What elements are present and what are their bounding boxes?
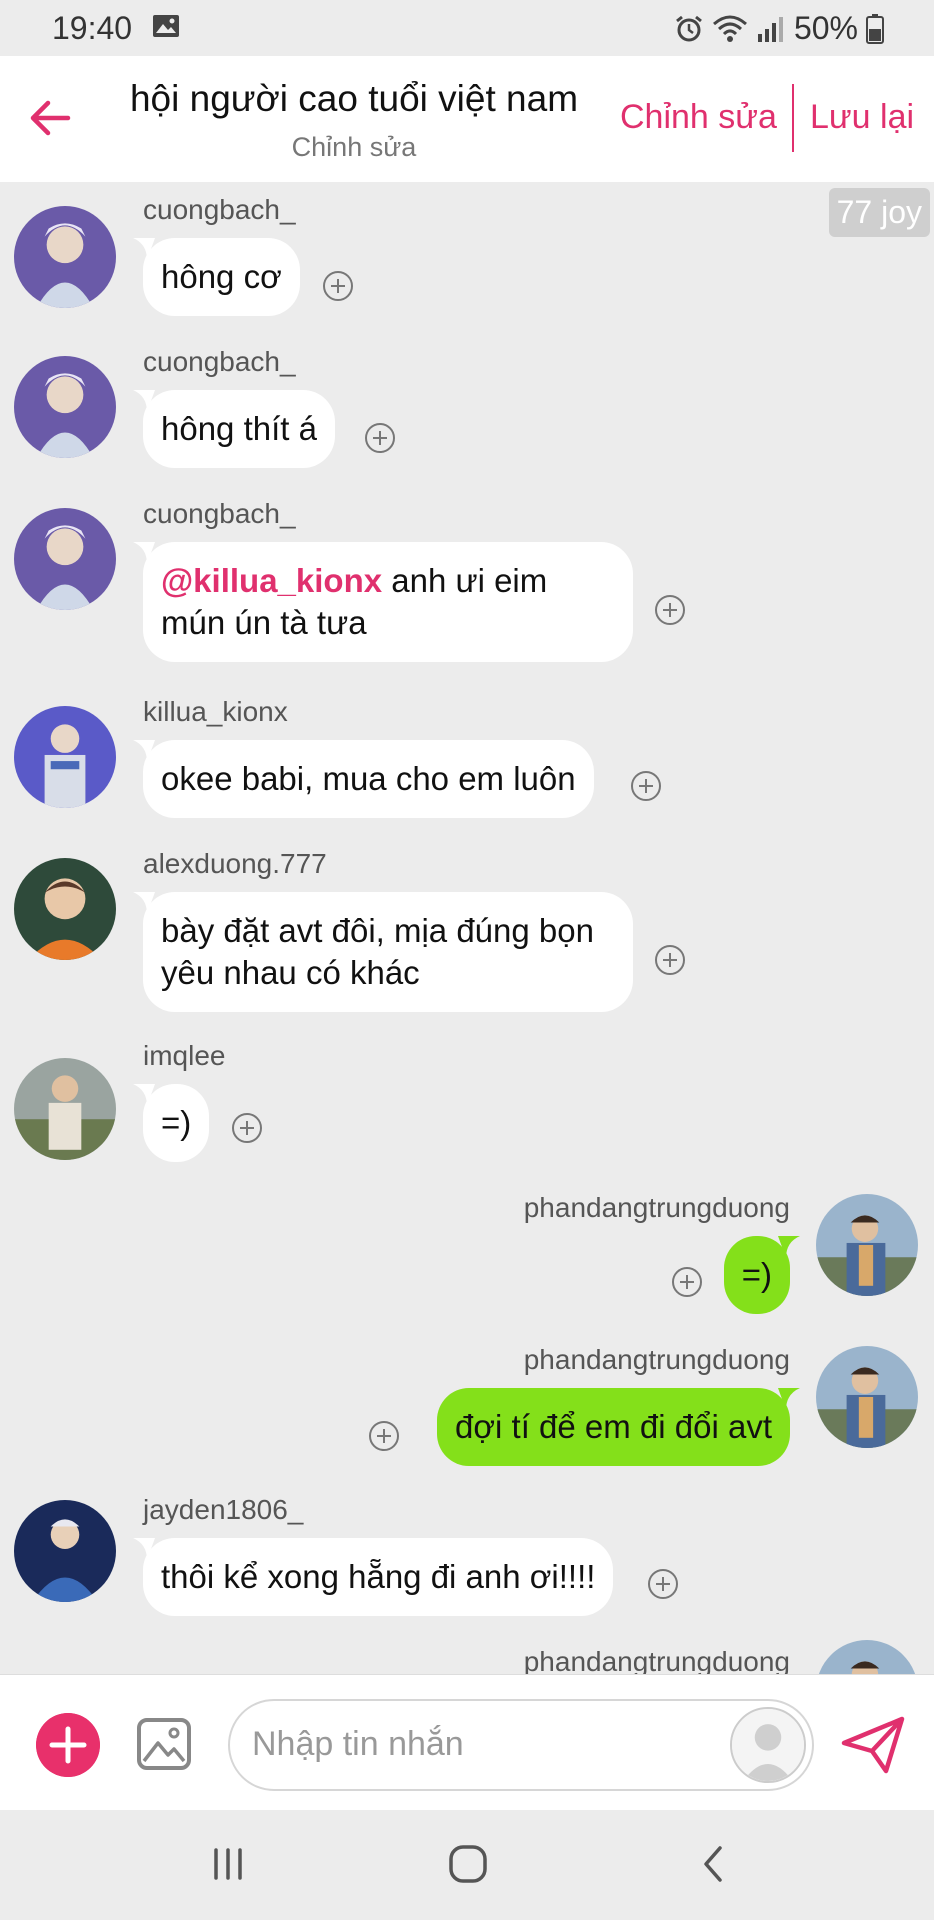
battery-icon [866,13,884,44]
edit-button[interactable]: Chỉnh sửa [620,98,777,137]
add-reaction-icon[interactable] [654,944,686,976]
send-icon[interactable] [840,1715,906,1775]
save-button[interactable]: Lưu lại [810,98,914,137]
message-item: cuongbach_ @killua_kionx anh ưi eim mún … [0,498,934,670]
avatar[interactable] [816,1194,918,1296]
message-text: =) [741,1256,772,1293]
chat-header: hội người cao tuổi việt nam Chỉnh sửa Ch… [0,56,934,182]
avatar[interactable] [816,1346,918,1448]
avatar[interactable] [14,858,116,960]
image-icon[interactable] [136,1717,192,1771]
header-divider [792,84,794,152]
wifi-icon [712,15,747,42]
status-time: 19:40 [52,10,133,46]
home-icon[interactable] [448,1844,488,1884]
username[interactable]: cuongbach_ [143,498,296,530]
status-icons: 50% [674,10,884,47]
message-bubble[interactable]: thôi kể xong hẵng đi anh ơi!!!! [133,1538,614,1616]
back-icon[interactable] [694,1844,734,1884]
username[interactable]: alexduong.777 [143,848,327,880]
username[interactable]: jayden1806_ [143,1494,303,1526]
avatar[interactable] [14,508,116,610]
add-reaction-icon[interactable] [368,1420,400,1452]
recents-icon[interactable] [208,1844,248,1884]
bubble-tail [133,740,155,762]
plus-icon[interactable] [36,1713,100,1777]
status-bar: 19:40 50% [0,0,934,56]
message-bubble[interactable]: =) [133,1084,210,1162]
bubble-tail [133,390,155,412]
message-text: hông cơ [161,258,282,295]
message-item: phandangtrungduong [0,1640,934,1674]
message-item: phandangtrungduong đợi tí để em đi đổi a… [0,1344,934,1484]
avatar[interactable] [816,1640,918,1674]
message-item: killua_kionx okee babi, mua cho em luôn [0,696,934,826]
add-reaction-icon[interactable] [630,770,662,802]
message-bubble[interactable]: hông thít á [133,390,335,468]
message-bubble[interactable]: bày đặt avt đôi, mịa đúng bọn yêu nhau c… [133,892,633,1012]
message-input[interactable]: Nhập tin nhắn [228,1699,814,1791]
group-subtitle[interactable]: Chỉnh sửa [100,132,608,163]
gallery-icon [153,15,179,37]
message-item: alexduong.777 bày đặt avt đôi, mịa đúng … [0,848,934,1020]
username[interactable]: imqlee [143,1040,225,1072]
message-text: bày đặt avt đôi, mịa đúng bọn [161,912,594,949]
message-item: jayden1806_ thôi kể xong hẵng đi anh ơi!… [0,1494,934,1644]
battery-percent: 50% [793,10,858,46]
message-text: anh ưi eim [382,562,548,599]
message-bubble[interactable]: đợi tí để em đi đổi avt [437,1388,800,1466]
back-arrow-icon[interactable] [24,92,76,144]
bubble-tail [133,542,155,564]
bubble-tail [778,1236,800,1258]
add-reaction-icon[interactable] [654,594,686,626]
avatar[interactable] [14,356,116,458]
message-text: hông thít á [161,410,317,447]
message-bubble[interactable]: @killua_kionx anh ưi eim mún ún tà tưa [133,542,633,662]
message-text-line2: mún ún tà tưa [161,604,367,641]
message-text: =) [161,1104,192,1141]
alarm-icon [676,15,702,41]
message-item: cuongbach_ hông cơ [0,194,934,324]
bubble-tail [133,238,155,260]
bubble-tail [133,892,155,914]
message-text-line2: yêu nhau có khác [161,954,420,991]
message-item: imqlee =) [0,1040,934,1180]
signal-icon [757,16,783,42]
message-text: thôi kể xong hẵng đi anh ơi!!!! [161,1558,596,1595]
avatar[interactable] [14,1500,116,1602]
add-reaction-icon[interactable] [364,422,396,454]
message-item: phandangtrungduong =) [0,1192,934,1342]
username[interactable]: phandangtrungduong [524,1646,790,1674]
avatar[interactable] [14,706,116,808]
message-item: cuongbach_ hông thít á [0,346,934,476]
add-reaction-icon[interactable] [231,1112,263,1144]
message-bubble[interactable]: okee babi, mua cho em luôn [133,740,594,818]
bubble-tail [133,1538,155,1560]
system-nav-bar [0,1810,934,1920]
anonymous-avatar-icon[interactable] [730,1707,806,1783]
bubble-tail [133,1084,155,1106]
username[interactable]: killua_kionx [143,696,288,728]
bubble-tail [778,1388,800,1410]
composer: Nhập tin nhắn [0,1674,934,1810]
mention-link[interactable]: @killua_kionx [161,562,382,599]
message-input-placeholder: Nhập tin nhắn [252,1725,464,1763]
add-reaction-icon[interactable] [322,270,354,302]
username[interactable]: phandangtrungduong [524,1344,790,1376]
username[interactable]: cuongbach_ [143,346,296,378]
message-text: okee babi, mua cho em luôn [161,760,576,797]
add-reaction-icon[interactable] [647,1568,679,1600]
message-text: đợi tí để em đi đổi avt [455,1408,772,1445]
username[interactable]: phandangtrungduong [524,1192,790,1224]
add-reaction-icon[interactable] [671,1266,703,1298]
avatar[interactable] [14,1058,116,1160]
message-list[interactable]: 77 joy cuongbach_ hông cơ cuongbach_ hôn… [0,182,934,1674]
message-bubble[interactable]: hông cơ [133,238,300,316]
group-title: hội người cao tuổi việt nam [129,78,579,119]
username[interactable]: cuongbach_ [143,194,296,226]
message-bubble[interactable]: =) [723,1236,800,1314]
avatar[interactable] [14,206,116,308]
